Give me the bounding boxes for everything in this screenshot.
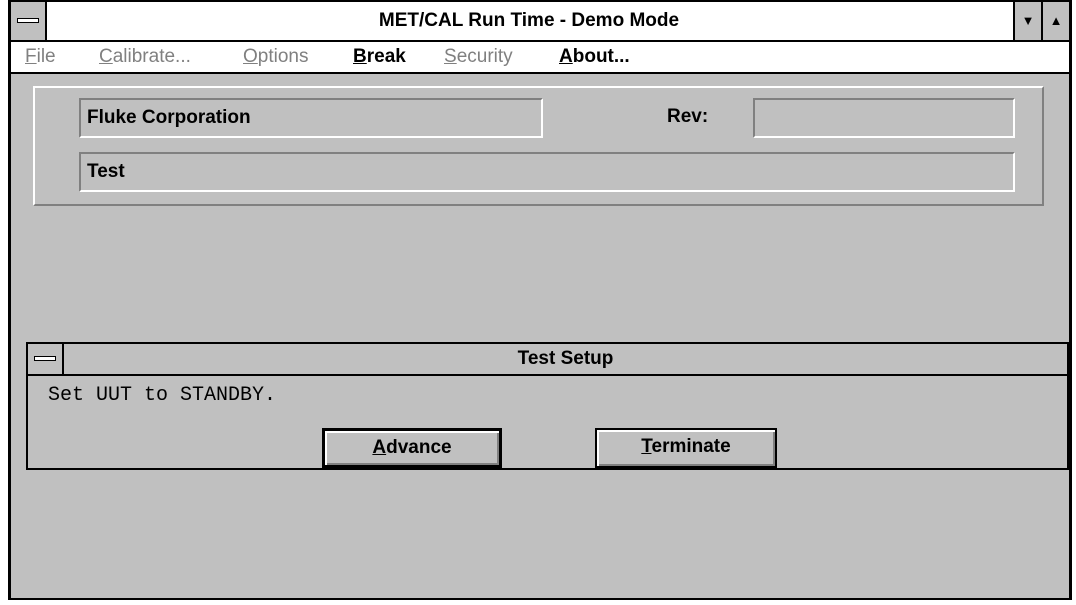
dialog-system-menu-icon — [34, 356, 56, 361]
title-bar: MET/CAL Run Time - Demo Mode ▼ ▲ — [11, 2, 1069, 42]
menu-file-label: ile — [36, 46, 56, 67]
maximize-button[interactable]: ▲ — [1041, 2, 1069, 40]
terminate-button[interactable]: Terminate — [595, 428, 777, 468]
main-window: MET/CAL Run Time - Demo Mode ▼ ▲ File Ca… — [8, 0, 1072, 600]
menu-break-accel: B — [353, 46, 367, 67]
advance-accel: A — [372, 437, 387, 458]
menu-about[interactable]: About... — [559, 42, 630, 72]
procedure-name-field: Test — [79, 152, 1015, 192]
client-area: Fluke Corporation Rev: Test Test Setup S… — [11, 74, 1069, 598]
menu-options[interactable]: Options — [243, 42, 308, 72]
menu-calibrate-accel: C — [99, 46, 113, 67]
terminate-label: erminate — [651, 436, 731, 457]
rev-label: Rev: — [667, 106, 709, 127]
dialog-title-bar: Test Setup — [28, 344, 1067, 376]
advance-label: dvance — [386, 437, 452, 458]
advance-button[interactable]: Advance — [322, 428, 502, 468]
terminate-accel: T — [641, 436, 652, 457]
procedure-info-panel: Fluke Corporation Rev: Test — [33, 86, 1044, 206]
system-menu-icon — [17, 18, 39, 23]
dialog-title: Test Setup — [517, 348, 614, 369]
minimize-icon: ▼ — [1021, 13, 1035, 28]
menu-about-label: bout... — [572, 46, 630, 67]
dialog-message: Set UUT to STANDBY. — [48, 384, 277, 407]
dialog-system-menu-button[interactable] — [28, 344, 64, 374]
menu-bar: File Calibrate... Options Break Security… — [11, 42, 1069, 74]
menu-calibrate-label: alibrate... — [112, 46, 191, 67]
company-field: Fluke Corporation — [79, 98, 543, 138]
rev-field — [753, 98, 1015, 138]
system-menu-button[interactable] — [11, 2, 47, 40]
menu-file-accel: F — [25, 46, 37, 67]
menu-calibrate[interactable]: Calibrate... — [99, 42, 191, 72]
menu-about-accel: A — [559, 46, 573, 67]
maximize-icon: ▲ — [1049, 13, 1063, 28]
menu-options-label: ptions — [257, 46, 309, 67]
menu-options-accel: O — [243, 46, 258, 67]
menu-security-label: ecurity — [456, 46, 513, 67]
minimize-button[interactable]: ▼ — [1013, 2, 1041, 40]
menu-break[interactable]: Break — [353, 42, 406, 72]
window-title: MET/CAL Run Time - Demo Mode — [378, 10, 680, 31]
menu-break-label: reak — [366, 46, 406, 67]
test-setup-dialog: Test Setup Set UUT to STANDBY. Advance T… — [26, 342, 1069, 470]
menu-security[interactable]: Security — [444, 42, 513, 72]
menu-security-accel: S — [444, 46, 457, 67]
menu-file[interactable]: File — [25, 42, 56, 72]
